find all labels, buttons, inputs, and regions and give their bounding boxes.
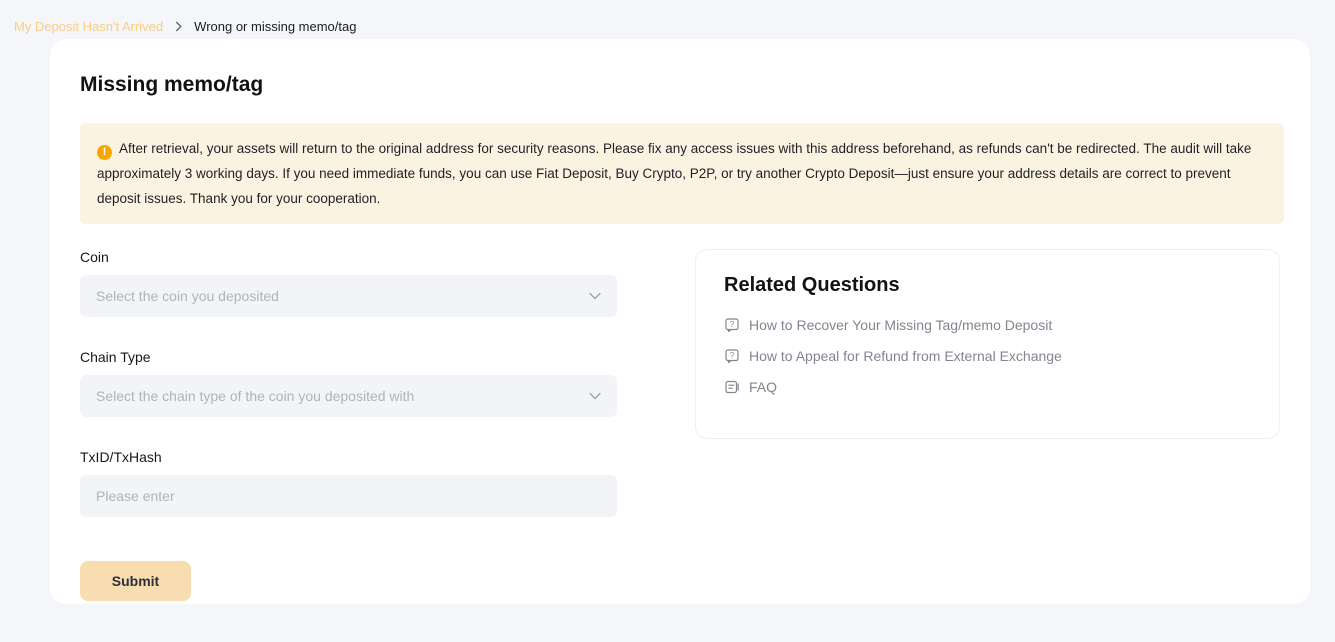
notice-banner: !After retrieval, your assets will retur…	[80, 123, 1284, 224]
alert-circle-icon: !	[97, 145, 112, 160]
notice-text: After retrieval, your assets will return…	[97, 141, 1251, 206]
txid-input[interactable]	[80, 475, 617, 517]
related-link-faq[interactable]: FAQ	[724, 379, 1251, 395]
field-txid: TxID/TxHash	[80, 449, 617, 517]
chevron-down-icon	[589, 392, 601, 400]
related-link-recover-missing-tag[interactable]: ? How to Recover Your Missing Tag/memo D…	[724, 317, 1251, 333]
breadcrumb: My Deposit Hasn't Arrived Wrong or missi…	[0, 0, 1335, 39]
field-coin: Coin Select the coin you deposited	[80, 249, 617, 317]
field-chain-type: Chain Type Select the chain type of the …	[80, 349, 617, 417]
chain-type-select[interactable]: Select the chain type of the coin you de…	[80, 375, 617, 417]
chain-type-label: Chain Type	[80, 349, 617, 365]
related-link-label: How to Recover Your Missing Tag/memo Dep…	[749, 317, 1052, 333]
breadcrumb-link-parent[interactable]: My Deposit Hasn't Arrived	[14, 19, 163, 34]
svg-text:?: ?	[730, 351, 735, 360]
related-link-appeal-refund[interactable]: ? How to Appeal for Refund from External…	[724, 348, 1251, 364]
main-card: Missing memo/tag !After retrieval, your …	[50, 39, 1310, 604]
chevron-down-icon	[589, 292, 601, 300]
coin-select-placeholder: Select the coin you deposited	[96, 288, 279, 304]
coin-label: Coin	[80, 249, 617, 265]
related-link-label: FAQ	[749, 379, 777, 395]
related-questions-title: Related Questions	[724, 274, 1251, 297]
article-question-icon: ?	[724, 348, 740, 364]
svg-text:?: ?	[730, 320, 735, 329]
faq-icon	[724, 379, 740, 395]
chevron-right-icon	[173, 21, 184, 32]
page-title: Missing memo/tag	[80, 73, 1280, 97]
breadcrumb-current: Wrong or missing memo/tag	[194, 19, 356, 34]
coin-select[interactable]: Select the coin you deposited	[80, 275, 617, 317]
related-questions-card: Related Questions ? How to Recover Your …	[695, 249, 1280, 439]
txid-label: TxID/TxHash	[80, 449, 617, 465]
deposit-form: Coin Select the coin you deposited Chain…	[80, 249, 617, 601]
related-link-label: How to Appeal for Refund from External E…	[749, 348, 1062, 364]
article-question-icon: ?	[724, 317, 740, 333]
chain-type-select-placeholder: Select the chain type of the coin you de…	[96, 388, 414, 404]
submit-button[interactable]: Submit	[80, 561, 191, 601]
